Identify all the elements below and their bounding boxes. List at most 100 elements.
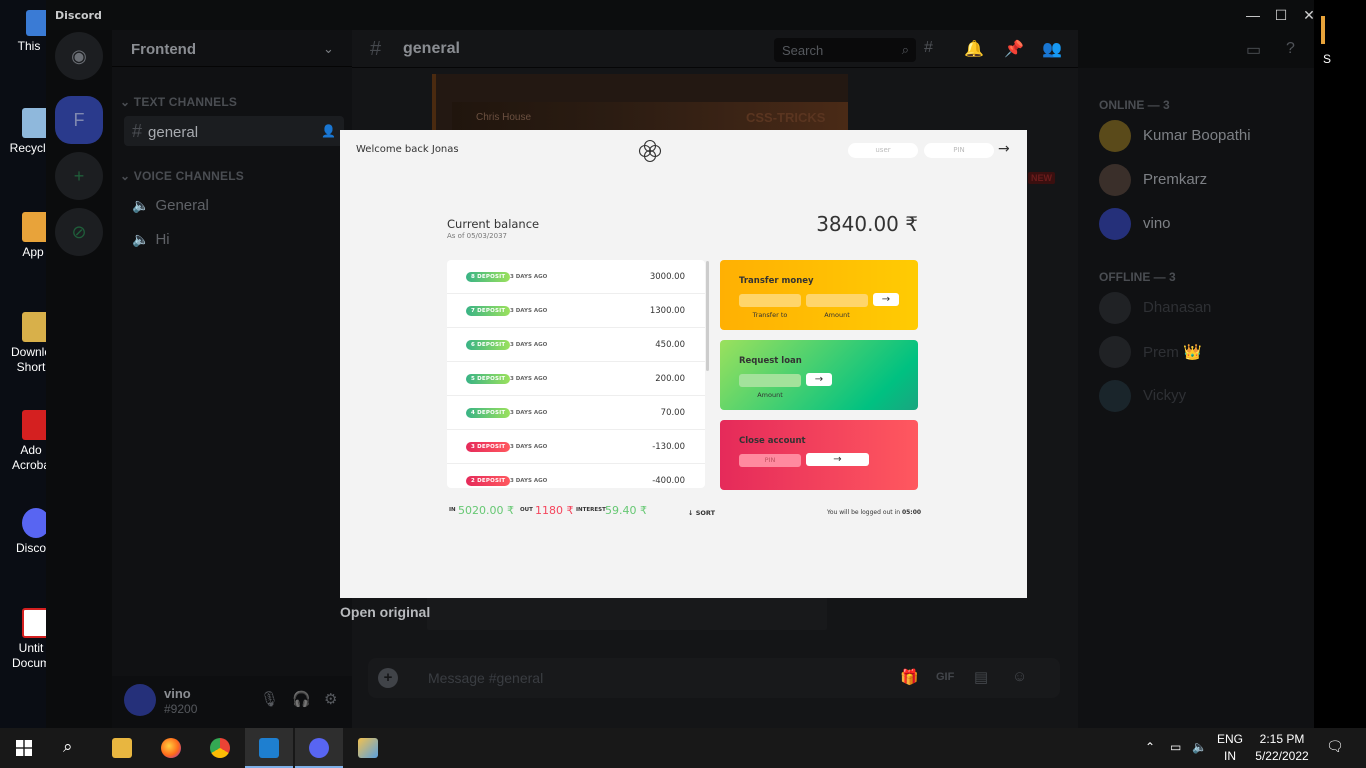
minimize-button[interactable]: — [1241,6,1265,24]
message-composer[interactable]: + Message #general 🎁 GIF ▤ ☺ [368,658,1060,698]
headphones-icon[interactable]: 🎧 [292,690,311,708]
taskbar-vscode[interactable] [245,728,293,768]
taskbar-firefox[interactable] [147,728,195,768]
transfer-button[interactable]: → [873,293,899,306]
threads-icon[interactable]: # [924,39,933,57]
add-member-icon[interactable]: 👤 [321,116,336,146]
user-panel: vino #9200 🎙 🎧 ⚙ [112,676,352,728]
close-account-button[interactable]: → [806,453,869,466]
desktop-icon-discord[interactable]: Disco [0,508,50,556]
sticker-icon[interactable]: ▤ [974,668,988,686]
search-icon: ⌕ [901,42,909,57]
member-name: Prem 👑 [1143,344,1202,361]
region-code: IN [1224,749,1236,763]
close-title: Close account [739,436,806,446]
explore-servers-button[interactable]: ⊘ [55,208,103,256]
login-user-input[interactable]: user [848,143,918,158]
loan-button[interactable]: → [806,373,832,386]
language-indicator[interactable]: ENG IN [1216,731,1244,765]
category-voice-channels[interactable]: ⌄ VOICE CHANNELS [120,169,244,183]
category-label: TEXT CHANNELS [133,95,238,109]
server-icon-frontend[interactable]: F [55,96,103,144]
movement-date: 3 DAYS AGO [510,410,548,416]
taskbar-chrome[interactable] [196,728,244,768]
summary-interest-label: INTEREST [576,507,606,513]
start-button[interactable] [0,728,48,768]
movement-date: 3 DAYS AGO [510,376,548,382]
member-item[interactable]: Prem 👑 [1099,334,1309,370]
login-pin-input[interactable]: PIN [924,143,994,158]
movements-scrollbar[interactable] [706,261,709,371]
search-input[interactable]: Search ⌕ [774,38,916,62]
search-icon: ⌕ [63,737,73,756]
movement-value: 200.00 [655,374,685,384]
category-text-channels[interactable]: ⌄ TEXT CHANNELS [120,95,237,109]
home-button[interactable]: ◉ [55,32,103,80]
server-name[interactable]: Frontend [131,41,196,58]
movements-list[interactable]: 8 DEPOSIT 3 DAYS AGO 3000.00 7 DEPOSIT 3 DA… [447,260,705,488]
desktop-icon-adobe-acrobat[interactable]: Ado Acroba [0,410,50,473]
notification-icon[interactable]: 🗨 [1326,738,1344,755]
taskbar-discord[interactable] [295,728,343,768]
server-list: ◉ F + ⊘ [46,30,112,728]
image-preview-bank-app[interactable]: Welcome back Jonas user PIN → Current ba… [340,130,1027,598]
add-server-button[interactable]: + [55,152,103,200]
member-item[interactable]: Dhanasan [1099,290,1309,326]
pin-icon[interactable]: 📌 [1004,39,1024,59]
sort-button[interactable]: ↓ SORT [688,509,715,517]
embed-brand: CSS-TRICKS [746,110,826,125]
plus-icon[interactable]: + [378,668,398,688]
member-category-offline: OFFLINE — 3 [1099,270,1176,284]
search-placeholder: Search [782,43,824,58]
balance-title: Current balance [447,217,540,231]
microphone-icon[interactable]: 🎙 [260,690,279,708]
taskbar-search-button[interactable]: ⌕ [48,728,96,768]
desktop-icon-recycle-bin[interactable]: Recycle [0,108,52,156]
user-tag: #9200 [164,702,198,716]
channel-item-general[interactable]: # general 👤 [124,116,344,146]
clock[interactable]: 2:15 PM 5/22/2022 [1252,731,1312,765]
member-category-online: ONLINE — 3 [1099,98,1170,112]
open-original-link[interactable]: Open original [340,604,430,620]
taskbar-file-explorer[interactable] [98,728,146,768]
movement-type-badge: 4 DEPOSIT [466,408,511,418]
desktop-icon-untitled-document[interactable]: Untit Docum [0,608,50,671]
maximize-button[interactable]: ☐ [1269,6,1293,24]
desktop-icon-downloads-shortcut[interactable]: Downlo Short [0,312,51,375]
avatar [1099,380,1131,412]
chevron-down-icon[interactable]: ⌄ [323,41,334,57]
balance-value: 3840.00 ₹ [816,212,918,236]
help-icon[interactable]: ? [1286,40,1295,58]
avatar[interactable] [124,684,156,716]
member-item[interactable]: Vickyy [1099,378,1309,414]
inbox-icon[interactable]: ▭ [1246,40,1261,60]
voice-channel-general[interactable]: 🔈 General [124,190,344,220]
volume-icon[interactable]: 🔈 [1192,740,1207,754]
member-item[interactable]: Kumar Boopathi [1099,118,1309,154]
speaker-icon: 🔈 [132,231,150,247]
battery-icon[interactable]: ▭ [1170,740,1181,754]
bell-icon[interactable]: 🔔 [964,39,984,59]
transfer-to-input[interactable] [739,294,801,307]
close-pin-input[interactable]: PIN [739,454,801,467]
gear-icon[interactable]: ⚙ [324,690,337,708]
desktop-icon-apps[interactable]: App [0,212,50,260]
movement-type-badge: 3 DEPOSIT [466,442,511,452]
loan-amount-input[interactable] [739,374,801,387]
desktop-icon-this-pc[interactable]: This [0,10,50,54]
emoji-icon[interactable]: ☺ [1012,668,1027,685]
close-pin-placeholder: PIN [764,456,776,464]
member-item[interactable]: Premkarz [1099,162,1309,198]
member-item[interactable]: vino [1099,206,1309,242]
login-pin-placeholder: PIN [953,146,965,154]
gif-icon[interactable]: GIF [936,671,954,683]
members-icon[interactable]: 👥 [1042,39,1062,59]
gift-icon[interactable]: 🎁 [900,668,919,686]
taskbar-paint[interactable] [344,728,392,768]
discord-logo-icon: ◉ [71,46,87,66]
close-window-button[interactable]: ✕ [1297,6,1314,24]
transfer-amount-input[interactable] [806,294,868,307]
login-button[interactable]: → [998,141,1010,157]
voice-channel-hi[interactable]: 🔈 Hi [124,224,344,254]
chevron-up-icon[interactable]: ⌃ [1145,740,1155,754]
